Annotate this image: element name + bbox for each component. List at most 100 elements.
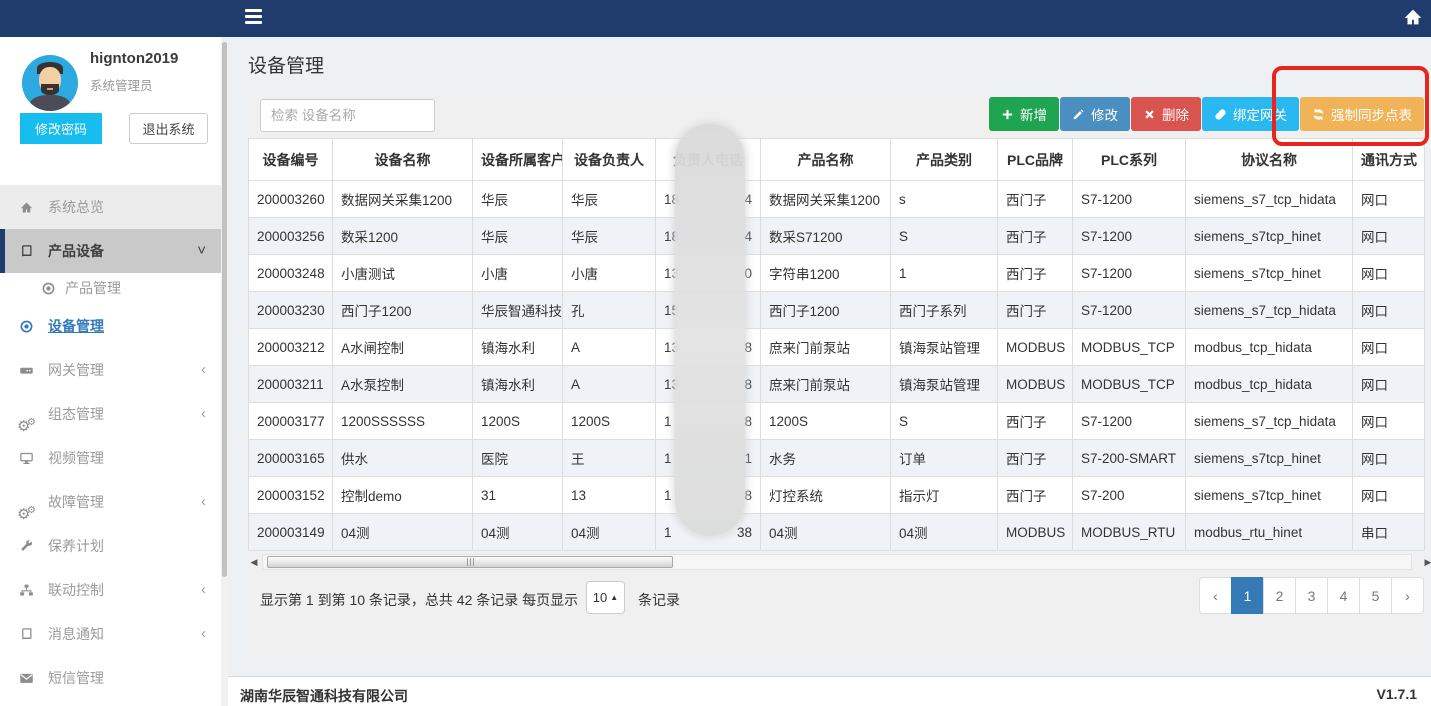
table-cell: 订单 xyxy=(891,440,998,477)
table-row[interactable]: 200003165供水医院王11水务订单西门子S7-200-SMARTsieme… xyxy=(249,440,1425,477)
table-cell: siemens_s7tcp_hinet xyxy=(1186,477,1353,514)
pager-page-button[interactable]: 2 xyxy=(1263,577,1296,614)
home-icon xyxy=(19,185,39,229)
table-cell: S7-1200 xyxy=(1073,255,1186,292)
table-cell: siemens_s7_tcp_hidata xyxy=(1186,292,1353,329)
sidebar-scrollbar-thumb[interactable] xyxy=(222,42,227,577)
pager-page-button[interactable]: 4 xyxy=(1327,577,1360,614)
scrollbar-thumb[interactable] xyxy=(267,556,673,568)
logout-button[interactable]: 退出系统 xyxy=(129,113,208,144)
table-cell: 西门子 xyxy=(998,255,1073,292)
table-row[interactable]: 200003212A水闸控制镇海水利A138庶来门前泵站镇海泵站管理MODBUS… xyxy=(249,329,1425,366)
pager-next-button[interactable]: › xyxy=(1391,577,1424,614)
table-cell: 字符串1200 xyxy=(761,255,891,292)
table-cell: 指示灯 xyxy=(891,477,998,514)
table-cell: 庶来门前泵站 xyxy=(761,366,891,403)
table-row[interactable]: 200003256数采1200华辰华辰184数采S71200S西门子S7-120… xyxy=(249,218,1425,255)
table-cell: 灯控系统 xyxy=(761,477,891,514)
page-size-dropdown[interactable]: 10 ▲ xyxy=(586,581,625,614)
table-cell: 数采S71200 xyxy=(761,218,891,255)
sidebar-item-system-overview[interactable]: 系统总览 xyxy=(0,185,222,229)
sidebar-item-config-manage[interactable]: ⚙⚙组态管理‹ xyxy=(0,392,222,436)
table-row[interactable]: 200003152控制demo311318灯控系统指示灯西门子S7-200sie… xyxy=(249,477,1425,514)
pager-page-button[interactable]: 3 xyxy=(1295,577,1328,614)
table-cell: 200003230 xyxy=(249,292,333,329)
search-input[interactable] xyxy=(260,99,435,132)
hamburger-menu-icon[interactable] xyxy=(245,9,262,24)
sidebar-item-linkage-control[interactable]: 联动控制‹ xyxy=(0,568,222,612)
table-cell: 1200S xyxy=(563,403,656,440)
user-profile: hignton2019 系统管理员 修改密码 退出系统 xyxy=(0,37,228,147)
sidebar-item-maintenance-plan[interactable]: 保养计划 xyxy=(0,524,222,568)
scrollbar-track[interactable] xyxy=(262,554,1412,570)
scroll-right-arrow-icon[interactable]: ▶ xyxy=(1422,555,1431,569)
table-cell: modbus_rtu_hinet xyxy=(1186,514,1353,551)
table-cell: 31 xyxy=(473,477,563,514)
sidebar-item-label: 产品设备 xyxy=(48,229,104,273)
envelope-icon xyxy=(19,656,39,700)
column-header: 通讯方式 xyxy=(1353,139,1425,181)
table-cell: MODBUS xyxy=(998,514,1073,551)
table-cell: 西门子 xyxy=(998,292,1073,329)
sidebar-item-gateway-manage[interactable]: 网关管理‹ xyxy=(0,348,222,392)
chevron-left-icon: ‹ xyxy=(201,480,206,524)
table-cell: 200003212 xyxy=(249,329,333,366)
table-cell: 镇海泵站管理 xyxy=(891,366,998,403)
link-icon xyxy=(1214,108,1227,121)
chevron-left-icon: ‹ xyxy=(201,348,206,392)
scroll-left-arrow-icon[interactable]: ◀ xyxy=(248,555,260,569)
table-cell: 1200SSSSSS xyxy=(333,403,473,440)
column-header: 产品名称 xyxy=(761,139,891,181)
device-panel: 新增修改 删除绑定网关强制同步点表 设备编号设备名称设备所属客户设备负责人负责人电… xyxy=(248,94,1424,657)
table-header-row: 设备编号设备名称设备所属客户设备负责人负责人电话产品名称产品类别PLC品牌PLC… xyxy=(249,139,1425,181)
pager-page-button[interactable]: 1 xyxy=(1231,577,1264,614)
table-row[interactable]: 200003248小唐测试小唐小唐130字符串12001西门子S7-1200si… xyxy=(249,255,1425,292)
sidebar: hignton2019 系统管理员 修改密码 退出系统 系统总览产品设备˅产品管… xyxy=(0,37,228,706)
table-cell: A水泵控制 xyxy=(333,366,473,403)
table-cell: 华辰 xyxy=(563,181,656,218)
force-sync-button[interactable]: 强制同步点表 xyxy=(1300,97,1424,131)
table-row[interactable]: 2000031771200SSSSSS1200S1200S181200SS西门子… xyxy=(249,403,1425,440)
table-cell: MODBUS xyxy=(998,366,1073,403)
pencil-icon xyxy=(1072,108,1085,121)
table-cell: S xyxy=(891,403,998,440)
user-name: hignton2019 xyxy=(90,50,178,67)
sidebar-item-product-device[interactable]: 产品设备˅ xyxy=(0,229,222,273)
edit-button[interactable]: 修改 xyxy=(1060,97,1130,131)
sidebar-item-label: 联动控制 xyxy=(48,568,104,612)
table-cell: 200003149 xyxy=(249,514,333,551)
bind-gateway-button[interactable]: 绑定网关 xyxy=(1202,97,1299,131)
sidebar-item-video-manage[interactable]: 视频管理 xyxy=(0,436,222,480)
table-row[interactable]: 200003260数据网关采集1200华辰华辰184数据网关采集1200s西门子… xyxy=(249,181,1425,218)
avatar xyxy=(22,55,78,111)
sidebar-item-sms-manage[interactable]: 短信管理 xyxy=(0,656,222,700)
pagination-info-suffix: 条记录 xyxy=(638,590,680,610)
table-row[interactable]: 200003230西门子1200华辰智通科技孔15西门子1200西门子系列西门子… xyxy=(249,292,1425,329)
pager-page-button[interactable]: 5 xyxy=(1359,577,1392,614)
sitemap-icon xyxy=(19,568,39,612)
pager-prev-button[interactable]: ‹ xyxy=(1199,577,1232,614)
delete-button[interactable]: 删除 xyxy=(1131,97,1201,131)
button-label: 删除 xyxy=(1162,104,1189,124)
table-cell: 1 xyxy=(891,255,998,292)
home-icon[interactable] xyxy=(1402,6,1424,28)
table-row[interactable]: 20000314904测04测04测13804测04测MODBUSMODBUS_… xyxy=(249,514,1425,551)
sidebar-item-label: 消息通知 xyxy=(48,612,104,656)
footer: 湖南华辰智通科技有限公司 V1.7.1 xyxy=(228,676,1431,706)
sidebar-item-message-notify[interactable]: 消息通知‹ xyxy=(0,612,222,656)
table-cell: 网口 xyxy=(1353,218,1425,255)
sidebar-item-label: 产品管理 xyxy=(65,273,121,304)
dot-circle-icon xyxy=(19,304,39,348)
app-window: hignton2019 系统管理员 修改密码 退出系统 系统总览产品设备˅产品管… xyxy=(0,0,1431,706)
table-cell: 华辰 xyxy=(563,218,656,255)
table-cell: 1200S xyxy=(761,403,891,440)
sidebar-item-space-manage[interactable]: 空间管理 xyxy=(0,700,222,706)
sidebar-item-product-manage[interactable]: 产品管理 xyxy=(0,273,222,304)
gears-icon: ⚙⚙ xyxy=(19,392,39,436)
change-password-button[interactable]: 修改密码 xyxy=(20,113,102,144)
sidebar-item-device-manage[interactable]: 设备管理 xyxy=(0,304,222,348)
table-row[interactable]: 200003211A水泵控制镇海水利A138庶来门前泵站镇海泵站管理MODBUS… xyxy=(249,366,1425,403)
sidebar-item-fault-manage[interactable]: ⚙⚙故障管理‹ xyxy=(0,480,222,524)
add-button[interactable]: 新增 xyxy=(989,97,1059,131)
top-bar xyxy=(0,0,1431,37)
